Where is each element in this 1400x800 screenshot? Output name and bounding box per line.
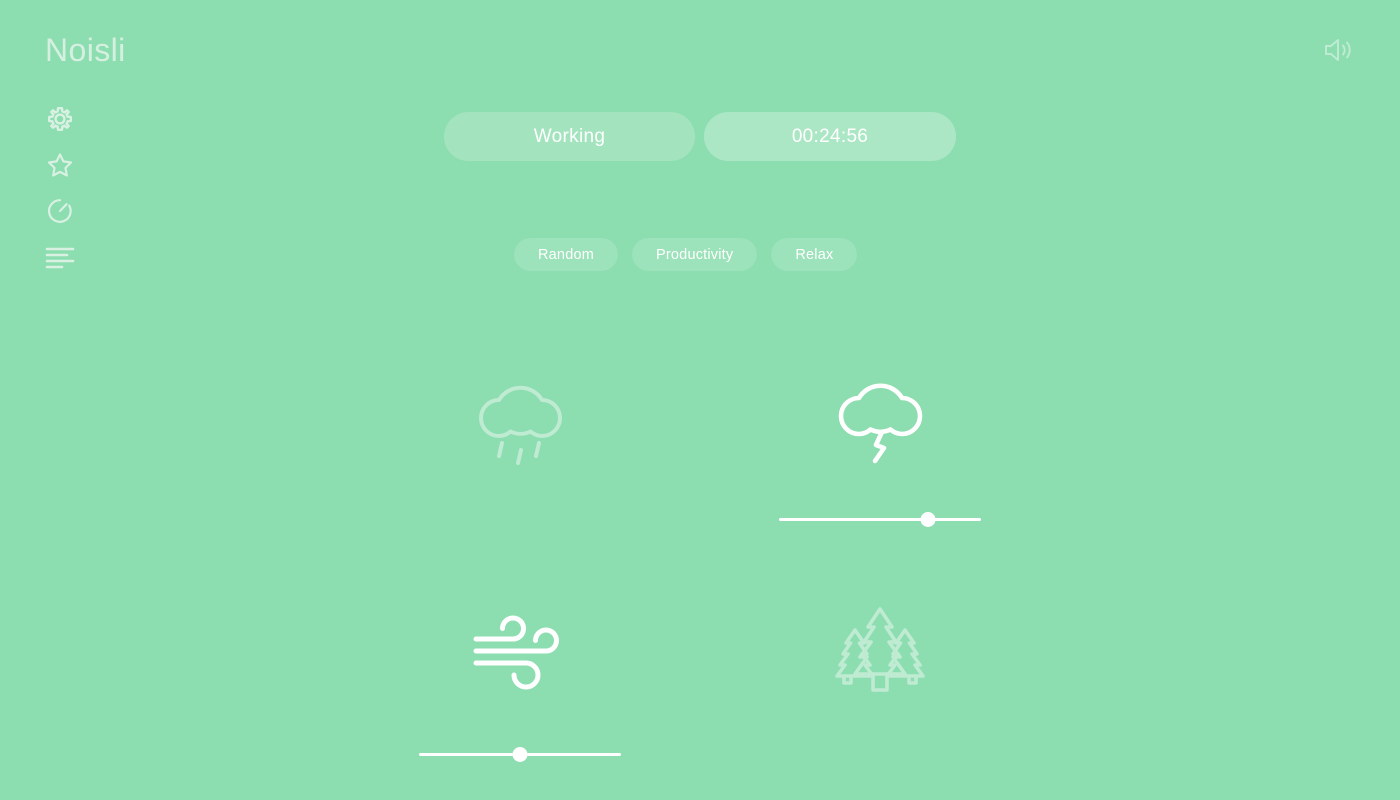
app-logo: Noisli: [45, 32, 126, 68]
timer-display-button[interactable]: 00:24:56: [704, 112, 956, 161]
playlist-button-productivity[interactable]: Productivity: [632, 238, 758, 271]
playlist-button-group: Random Productivity Relax: [514, 238, 858, 271]
sidebar-item-text-editor[interactable]: [45, 243, 83, 275]
slider-track: [779, 518, 981, 521]
sound-grid: [340, 340, 1060, 800]
rain-cloud-icon[interactable]: [466, 354, 574, 474]
pine-trees-icon[interactable]: [826, 589, 934, 709]
sidebar-item-timer[interactable]: [45, 197, 83, 229]
thunder-cloud-icon[interactable]: [826, 354, 934, 474]
volume-slider-thunder[interactable]: [779, 510, 981, 528]
timer-icon: [45, 196, 75, 231]
text-lines-icon: [45, 244, 75, 275]
volume-slider-wind[interactable]: [419, 745, 621, 763]
sound-cell-forest: [700, 575, 1060, 800]
sidebar: [45, 105, 83, 275]
sound-cell-wind: [340, 575, 700, 800]
sound-cell-rain: [340, 340, 700, 575]
timer-bar: Working 00:24:56: [444, 112, 956, 161]
sound-cell-thunder: [700, 340, 1060, 575]
slider-knob[interactable]: [920, 512, 936, 527]
playlist-button-random[interactable]: Random: [514, 238, 619, 271]
sidebar-item-favorites[interactable]: [45, 151, 83, 183]
volume-icon[interactable]: [1318, 30, 1358, 70]
slider-knob[interactable]: [512, 747, 528, 762]
sidebar-item-settings[interactable]: [45, 105, 83, 137]
wind-icon[interactable]: [466, 589, 574, 709]
task-name-button[interactable]: Working: [444, 112, 695, 161]
gear-icon: [45, 104, 75, 139]
star-icon: [45, 150, 75, 185]
playlist-button-relax[interactable]: Relax: [771, 238, 858, 271]
